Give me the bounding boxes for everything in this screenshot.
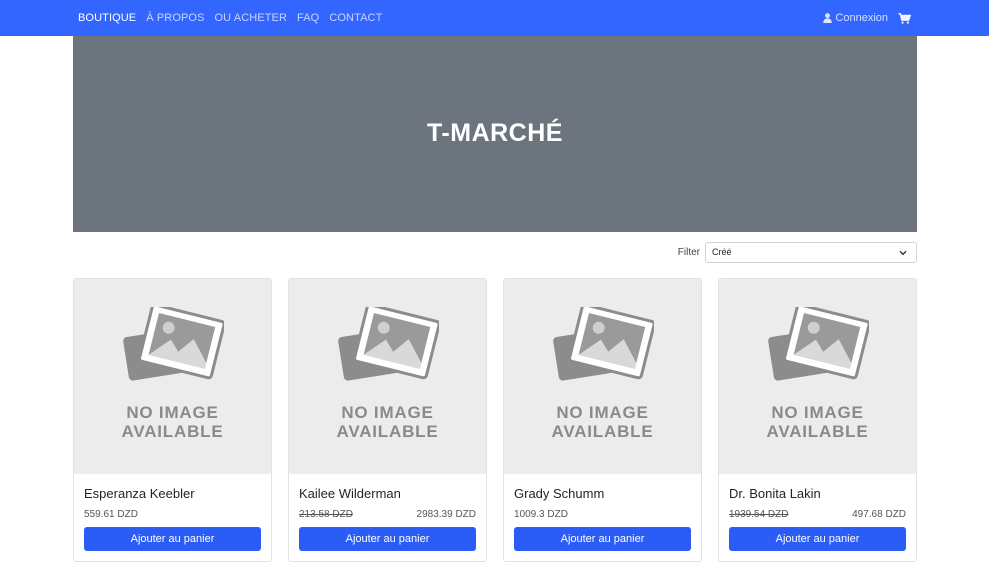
product-image-placeholder: NO IMAGE AVAILABLE [504,279,701,474]
no-image-line2: AVAILABLE [121,422,224,441]
chevron-down-icon [899,248,907,258]
price-row: 213.58 DZD 2983.39 DZD [299,509,476,521]
nav-links: BOUTIQUE À PROPOS OU ACHETER FAQ CONTACT [78,0,382,36]
add-to-cart-button[interactable]: Ajouter au panier [514,527,691,551]
no-image-photo-icon [335,303,441,390]
nav-link-boutique[interactable]: BOUTIQUE [78,12,136,24]
product-price: 1009.3 DZD [514,509,568,520]
product-card: NO IMAGE AVAILABLE Dr. Bonita Lakin 1939… [718,278,917,562]
product-name: Esperanza Keebler [84,486,195,501]
product-card: NO IMAGE AVAILABLE Esperanza Keebler 559… [73,278,272,562]
login-link[interactable]: Connexion [823,12,888,24]
add-to-cart-button[interactable]: Ajouter au panier [299,527,476,551]
user-icon [823,13,833,23]
no-image-line1: NO IMAGE [556,403,649,422]
product-sale-price: 497.68 DZD [852,509,906,520]
no-image-line1: NO IMAGE [771,403,864,422]
product-old-price: 1939.54 DZD [729,509,789,520]
no-image-photo-icon [120,303,226,390]
top-navbar: BOUTIQUE À PROPOS OU ACHETER FAQ CONTACT… [0,0,989,36]
product-name: Dr. Bonita Lakin [729,486,821,501]
product-card: NO IMAGE AVAILABLE Grady Schumm 1009.3 D… [503,278,702,562]
product-card: NO IMAGE AVAILABLE Kailee Wilderman 213.… [288,278,487,562]
no-image-line2: AVAILABLE [766,422,869,441]
no-image-line2: AVAILABLE [551,422,654,441]
product-name: Grady Schumm [514,486,605,501]
hero-banner: T-MARCHÉ [73,36,917,232]
filter-selected-value: Créé [712,247,732,257]
product-price: 559.61 DZD [84,509,138,520]
no-image-photo-icon [550,303,656,390]
nav-link-faq[interactable]: FAQ [297,12,319,24]
nav-link-contact[interactable]: CONTACT [329,12,382,24]
nav-link-a-propos[interactable]: À PROPOS [146,12,204,24]
price-row: 1009.3 DZD [514,509,691,521]
add-to-cart-button[interactable]: Ajouter au panier [84,527,261,551]
nav-link-ou-acheter[interactable]: OU ACHETER [215,12,288,24]
product-name: Kailee Wilderman [299,486,401,501]
nav-actions: Connexion [823,0,911,36]
product-sale-price: 2983.39 DZD [416,509,476,520]
filter-label: Filter [677,247,700,258]
login-label: Connexion [835,12,888,24]
product-image-placeholder: NO IMAGE AVAILABLE [719,279,916,474]
filter-select[interactable]: Créé [705,242,917,263]
no-image-line1: NO IMAGE [341,403,434,422]
product-old-price: 213.58 DZD [299,509,353,520]
price-row: 1939.54 DZD 497.68 DZD [729,509,906,521]
no-image-photo-icon [765,303,871,390]
product-image-placeholder: NO IMAGE AVAILABLE [74,279,271,474]
no-image-line2: AVAILABLE [336,422,439,441]
no-image-line1: NO IMAGE [126,403,219,422]
add-to-cart-button[interactable]: Ajouter au panier [729,527,906,551]
hero-title: T-MARCHÉ [427,118,563,147]
product-grid: NO IMAGE AVAILABLE Esperanza Keebler 559… [73,278,917,568]
price-row: 559.61 DZD [84,509,261,521]
filter-row: Filter Créé [678,242,917,263]
cart-icon[interactable] [898,12,911,24]
product-image-placeholder: NO IMAGE AVAILABLE [289,279,486,474]
